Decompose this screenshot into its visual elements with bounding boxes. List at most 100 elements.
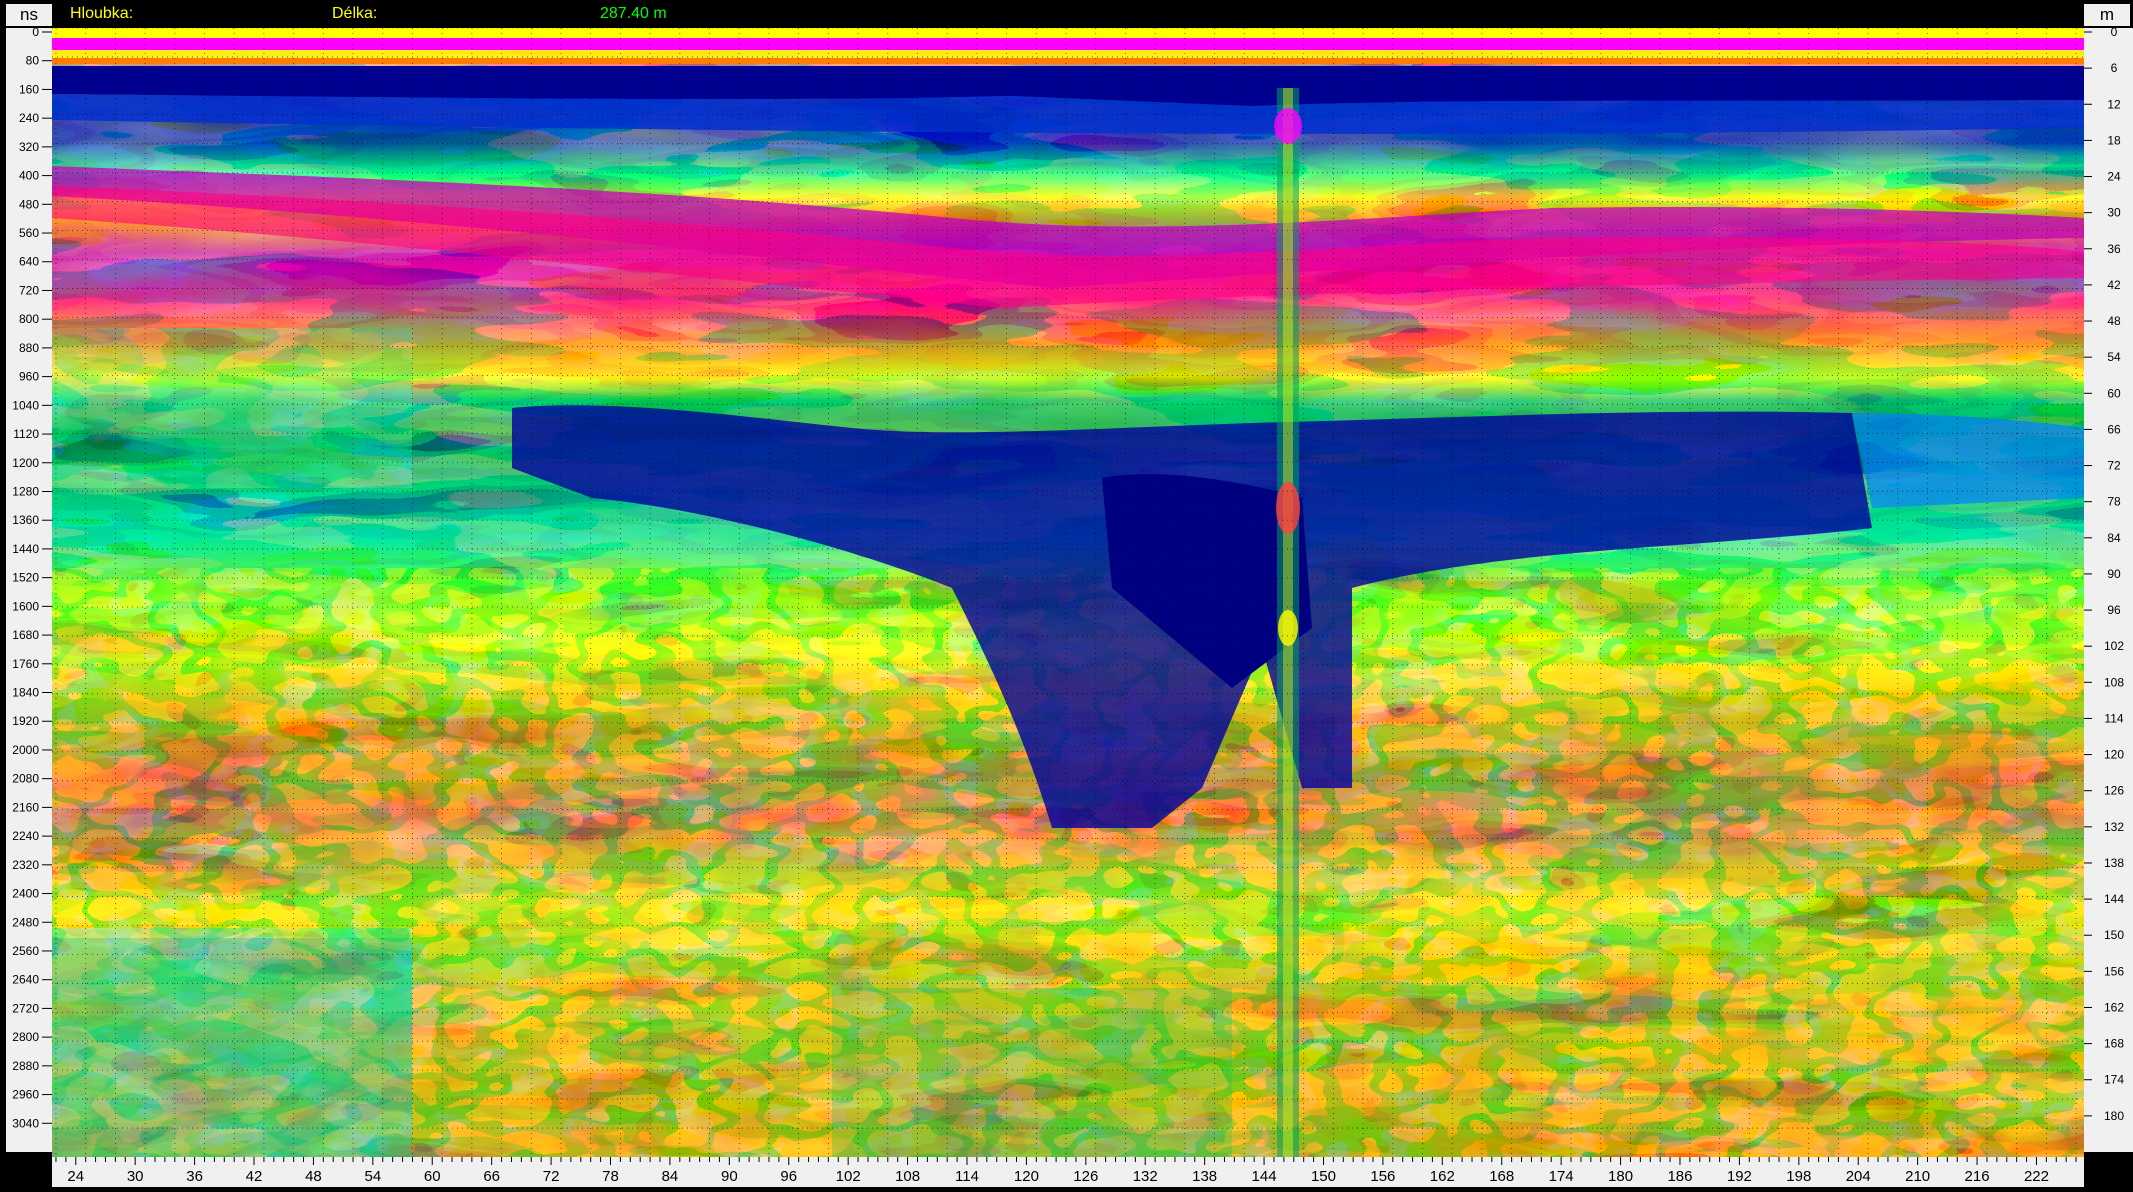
depth-tick-label: 48 xyxy=(2107,314,2121,328)
length-label: Délka: xyxy=(332,5,378,22)
depth-tick-label: 126 xyxy=(2104,784,2124,798)
depth-tick-label: 0 xyxy=(2111,28,2118,39)
radargram-image[interactable] xyxy=(52,28,2084,1157)
time-tick-label: 2400 xyxy=(12,887,39,901)
depth-tick-label: 42 xyxy=(2107,278,2121,292)
time-tick-label: 3040 xyxy=(12,1116,39,1130)
time-tick-label: 1200 xyxy=(12,456,39,470)
distance-tick-label: 180 xyxy=(1608,1168,1633,1185)
time-tick-label: 2800 xyxy=(12,1030,39,1044)
depth-tick-label: 162 xyxy=(2104,1000,2124,1014)
time-tick-label: 2480 xyxy=(12,915,39,929)
time-tick-label: 2960 xyxy=(12,1088,39,1102)
depth-label: Hloubka: xyxy=(70,5,134,22)
depth-tick-label: 144 xyxy=(2104,892,2124,906)
depth-tick-label: 84 xyxy=(2107,531,2121,545)
distance-tick-label: 108 xyxy=(895,1168,920,1185)
depth-tick-label: 168 xyxy=(2104,1037,2124,1051)
time-tick-label: 560 xyxy=(19,226,39,240)
distance-tick-label: 198 xyxy=(1786,1168,1811,1185)
time-tick-label: 640 xyxy=(19,255,39,269)
depth-tick-label: 120 xyxy=(2104,748,2124,762)
time-tick-label: 1760 xyxy=(12,657,39,671)
time-tick-label: 1360 xyxy=(12,513,39,527)
distance-tick-label: 216 xyxy=(1965,1168,1990,1185)
time-tick-label: 2720 xyxy=(12,1001,39,1015)
depth-tick-label: 54 xyxy=(2107,350,2121,364)
distance-tick-label: 144 xyxy=(1252,1168,1277,1185)
time-tick-label: 1440 xyxy=(12,542,39,556)
depth-tick-label: 12 xyxy=(2107,97,2121,111)
time-tick-label: 2640 xyxy=(12,973,39,987)
depth-tick-label: 66 xyxy=(2107,422,2121,436)
distance-tick-label: 90 xyxy=(721,1168,738,1185)
time-axis: 0 80 160 240 320 400 480 560 640 720 800 880 960 1040… xyxy=(6,25,52,1152)
distance-tick-label: 162 xyxy=(1430,1168,1455,1185)
time-tick-label: 2000 xyxy=(12,743,39,757)
depth-axis-svg: 0 6 12 18 24 30 36 42 48 54 60 66 72 78 84 90 96 102 108 11… xyxy=(2084,25,2124,1123)
time-tick-label: 1600 xyxy=(12,599,39,613)
distance-tick-label: 48 xyxy=(305,1168,322,1185)
time-tick-label: 0 xyxy=(32,28,39,39)
depth-tick-label: 174 xyxy=(2104,1073,2124,1087)
time-tick-label: 1680 xyxy=(12,628,39,642)
time-tick-label: 400 xyxy=(19,169,39,183)
depth-tick-label: 96 xyxy=(2107,603,2121,617)
depth-tick-label: 150 xyxy=(2104,928,2124,942)
depth-tick-label: 156 xyxy=(2104,964,2124,978)
time-tick-label: 320 xyxy=(19,140,39,154)
depth-tick-label: 24 xyxy=(2107,170,2121,184)
depth-tick-label: 138 xyxy=(2104,856,2124,870)
distance-tick-label: 120 xyxy=(1014,1168,1039,1185)
distance-tick-label: 36 xyxy=(186,1168,203,1185)
depth-tick-label: 36 xyxy=(2107,242,2121,256)
depth-tick-label: 6 xyxy=(2111,61,2118,75)
time-tick-label: 2320 xyxy=(12,858,39,872)
time-tick-label: 1920 xyxy=(12,714,39,728)
time-tick-label: 2560 xyxy=(12,944,39,958)
depth-axis: 0 6 12 18 24 30 36 42 48 54 60 66 72 78 84 90 96 102 108 11… xyxy=(2084,25,2133,1152)
distance-tick-label: 42 xyxy=(246,1168,263,1185)
time-tick-label: 480 xyxy=(19,197,39,211)
depth-tick-label: 60 xyxy=(2107,386,2121,400)
distance-tick-label: 60 xyxy=(424,1168,441,1185)
distance-axis-svg: 24 30 36 42 48 54 60 66 72 78 84 90 96 102 108 114 120 12… xyxy=(55,1157,2077,1185)
depth-tick-label: 102 xyxy=(2104,639,2124,653)
distance-tick-label: 210 xyxy=(1905,1168,1930,1185)
distance-tick-label: 54 xyxy=(364,1168,381,1185)
distance-tick-label: 204 xyxy=(1846,1168,1871,1185)
time-tick-label: 1840 xyxy=(12,686,39,700)
time-tick-label: 2160 xyxy=(12,800,39,814)
distance-tick-label: 156 xyxy=(1370,1168,1395,1185)
time-tick-label: 1120 xyxy=(13,427,39,441)
time-tick-label: 240 xyxy=(19,111,39,125)
distance-tick-label: 192 xyxy=(1727,1168,1752,1185)
time-tick-label: 2240 xyxy=(12,829,39,843)
radargram-plot[interactable] xyxy=(52,28,2084,1157)
distance-tick-label: 132 xyxy=(1133,1168,1158,1185)
time-tick-label: 960 xyxy=(19,370,39,384)
distance-tick-label: 96 xyxy=(780,1168,797,1185)
time-tick-label: 800 xyxy=(19,312,39,326)
depth-tick-label: 108 xyxy=(2104,675,2124,689)
depth-tick-label: 18 xyxy=(2107,133,2121,147)
depth-tick-label: 114 xyxy=(2104,711,2123,725)
depth-tick-label: 180 xyxy=(2104,1109,2124,1123)
distance-axis[interactable]: 24 30 36 42 48 54 60 66 72 78 84 90 96 102 108 114 120 12… xyxy=(52,1157,2084,1187)
time-tick-label: 2080 xyxy=(12,772,39,786)
depth-tick-label: 90 xyxy=(2107,567,2121,581)
distance-tick-label: 138 xyxy=(1192,1168,1217,1185)
depth-tick-label: 78 xyxy=(2107,495,2121,509)
distance-tick-label: 78 xyxy=(602,1168,619,1185)
time-tick-label: 880 xyxy=(19,341,39,355)
distance-tick-label: 174 xyxy=(1549,1168,1574,1185)
depth-tick-label: 30 xyxy=(2107,206,2121,220)
status-bar: Hloubka: Délka: 287.40 m xyxy=(0,0,2133,28)
time-tick-label: 720 xyxy=(19,283,39,297)
distance-tick-label: 222 xyxy=(2024,1168,2049,1185)
time-tick-label: 1280 xyxy=(12,484,39,498)
distance-tick-label: 150 xyxy=(1311,1168,1336,1185)
distance-tick-label: 168 xyxy=(1489,1168,1514,1185)
right-unit-label: m xyxy=(2084,4,2130,26)
time-tick-label: 1040 xyxy=(12,398,39,412)
